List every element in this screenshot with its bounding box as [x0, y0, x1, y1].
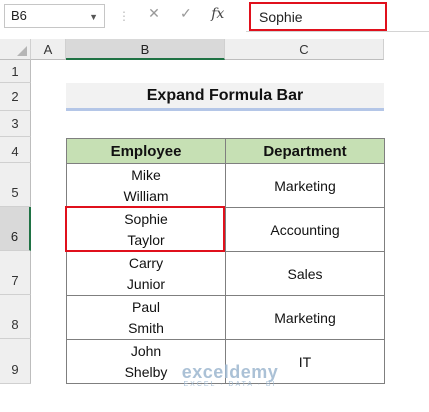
- row-header-7[interactable]: 7: [0, 251, 31, 295]
- watermark-tagline: EXCEL · DATA · BI: [183, 381, 277, 388]
- department-value: Sales: [287, 265, 323, 282]
- column-header-b[interactable]: B: [66, 39, 225, 60]
- row-header-8[interactable]: 8: [0, 295, 31, 339]
- cancel-icon[interactable]: ✕: [140, 5, 168, 22]
- column-header-a[interactable]: A: [31, 39, 66, 60]
- column-header-c[interactable]: C: [225, 39, 384, 60]
- employee-first-name: Carry: [128, 254, 164, 271]
- department-value: Accounting: [270, 221, 340, 238]
- header-department[interactable]: Department: [225, 138, 385, 164]
- department-cell[interactable]: Marketing: [225, 163, 385, 208]
- row-header-4[interactable]: 4: [0, 137, 31, 163]
- department-value: Marketing: [274, 309, 336, 326]
- department-cell[interactable]: Accounting: [225, 207, 385, 252]
- sheet-title-cell[interactable]: Expand Formula Bar: [66, 83, 384, 111]
- select-all-corner[interactable]: [0, 39, 31, 60]
- employee-first-name: Paul: [131, 298, 161, 315]
- name-box[interactable]: B6 ▼: [4, 4, 105, 28]
- insert-function-icon[interactable]: fx: [204, 6, 232, 22]
- employee-first-name: John: [130, 342, 162, 359]
- row-header-3[interactable]: 3: [0, 111, 31, 137]
- name-box-value: B6: [11, 8, 27, 23]
- employee-cell[interactable]: Paul Smith: [66, 295, 226, 340]
- row-header-1[interactable]: 1: [0, 60, 31, 83]
- formula-bar-buttons: ✕ ✓ fx: [140, 5, 232, 27]
- department-cell[interactable]: Marketing: [225, 295, 385, 340]
- department-cell[interactable]: Sales: [225, 251, 385, 296]
- department-value: Marketing: [274, 177, 336, 194]
- employee-last-name: William: [123, 187, 169, 204]
- row-header-6[interactable]: 6: [0, 207, 31, 251]
- employee-last-name: Smith: [128, 319, 164, 336]
- employee-cell[interactable]: Mike William: [66, 163, 226, 208]
- enter-icon[interactable]: ✓: [172, 5, 200, 22]
- formula-input[interactable]: Sophie: [249, 2, 387, 31]
- selected-cell-highlight: [65, 206, 225, 252]
- row-header-9[interactable]: 9: [0, 339, 31, 384]
- formula-bar-divider: [246, 31, 429, 32]
- employee-cell[interactable]: Carry Junior: [66, 251, 226, 296]
- employee-first-name: Mike: [131, 166, 161, 183]
- watermark-logo: exceldemy EXCEL · DATA · BI: [150, 362, 310, 402]
- formula-bar-separator: ⋮: [118, 9, 130, 23]
- header-employee[interactable]: Employee: [66, 138, 226, 164]
- chevron-down-icon[interactable]: ▼: [89, 12, 98, 22]
- watermark-name: exceldemy: [181, 362, 279, 382]
- row-header-2[interactable]: 2: [0, 83, 31, 111]
- employee-last-name: Junior: [126, 275, 166, 292]
- row-header-5[interactable]: 5: [0, 163, 31, 207]
